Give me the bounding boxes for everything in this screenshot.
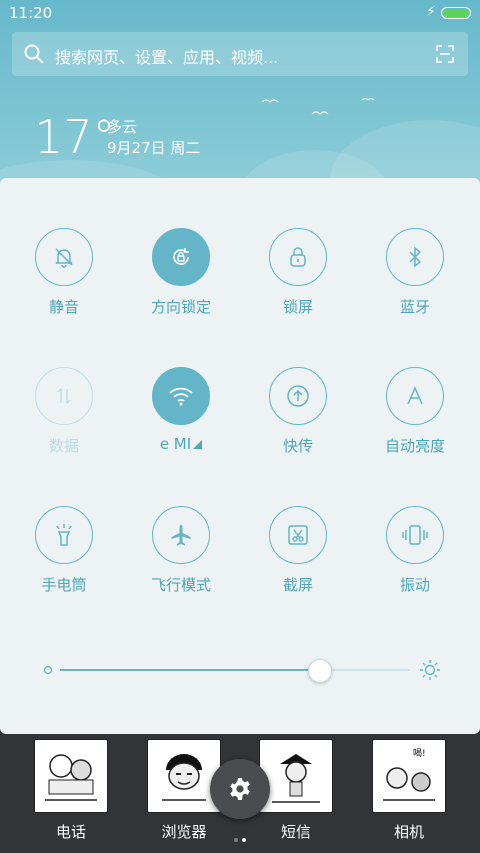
wifi-icon	[152, 367, 210, 425]
settings-button[interactable]	[210, 759, 270, 819]
toggle-quick-transfer[interactable]: 快传	[238, 367, 358, 477]
toggle-wifi[interactable]: e MI	[121, 367, 241, 477]
app-label: 短信	[280, 823, 311, 841]
vibrate-icon	[386, 506, 444, 564]
flashlight-icon	[35, 506, 93, 564]
bell-off-icon	[35, 228, 93, 286]
toggle-auto-brightness[interactable]: 自动亮度	[355, 367, 475, 477]
charging-icon: ⚡	[426, 4, 436, 20]
meme-sticker-icon	[34, 739, 108, 813]
page-indicator	[232, 827, 248, 846]
meme-sticker-icon: 喝!	[372, 739, 446, 813]
airplane-icon	[152, 506, 210, 564]
toggle-label: 静音	[48, 298, 79, 316]
toggle-label: 截屏	[282, 576, 313, 594]
brightness-knob[interactable]	[308, 659, 332, 683]
status-bar: 11:20 ⚡	[0, 0, 480, 26]
toggle-label: 振动	[399, 576, 430, 594]
brightness-slider[interactable]	[30, 656, 450, 684]
brightness-fill	[60, 669, 319, 671]
data-arrows-icon	[35, 367, 93, 425]
bluetooth-icon	[386, 228, 444, 286]
temperature: 17°	[34, 110, 116, 164]
toggle-label: 手电筒	[41, 576, 87, 594]
toggle-bluetooth[interactable]: 蓝牙	[355, 228, 475, 338]
toggle-label: e MI	[121, 435, 241, 453]
toggle-label: 自动亮度	[384, 437, 445, 455]
weather-condition: 多云	[107, 118, 138, 136]
scan-icon[interactable]	[436, 45, 454, 63]
quick-settings-panel: 静音 方向锁定 锁屏 蓝牙 数据 e MI 快传 自动亮度 手电筒 飞行模式 截…	[0, 178, 480, 734]
weather-header: 11:20 ⚡ 搜索网页、设置、应用、视频... 17° 多云 9月27日 周二	[0, 0, 480, 195]
meme-sticker-icon	[259, 739, 333, 813]
meme-sticker-icon	[147, 739, 221, 813]
toggle-mute[interactable]: 静音	[4, 228, 124, 338]
status-time: 11:20	[9, 4, 53, 22]
toggle-mobile-data[interactable]: 数据	[4, 367, 124, 477]
app-phone[interactable]: 电话	[11, 739, 131, 842]
lock-icon	[269, 228, 327, 286]
birds-decoration	[261, 97, 375, 115]
wifi-network-name: e MI	[159, 435, 192, 453]
toggle-rotation-lock[interactable]: 方向锁定	[121, 228, 241, 338]
rotation-lock-icon	[152, 228, 210, 286]
upload-icon	[269, 367, 327, 425]
toggle-label: 数据	[48, 437, 79, 455]
app-camera[interactable]: 喝! 相机	[349, 739, 469, 842]
page-dot	[234, 838, 238, 842]
gear-icon	[230, 778, 250, 800]
toggle-label: 方向锁定	[150, 298, 211, 316]
toggle-flashlight[interactable]: 手电筒	[4, 506, 124, 616]
weather-date: 9月27日 周二	[107, 139, 201, 157]
toggle-label: 锁屏	[282, 298, 313, 316]
screenshot-icon	[269, 506, 327, 564]
home-dock: 电话 浏览器 短信 喝! 相机	[0, 734, 480, 853]
search-placeholder: 搜索网页、设置、应用、视频...	[55, 48, 279, 67]
signal-triangle-icon	[193, 440, 203, 449]
app-label: 浏览器	[161, 823, 207, 841]
toggle-lock-screen[interactable]: 锁屏	[238, 228, 358, 338]
battery-icon	[441, 7, 471, 19]
app-label: 电话	[55, 823, 86, 841]
toggle-label: 快传	[282, 437, 313, 455]
auto-brightness-icon	[386, 367, 444, 425]
toggle-label: 飞行模式	[150, 576, 211, 594]
toggle-label: 蓝牙	[399, 298, 430, 316]
app-label: 相机	[393, 823, 424, 841]
toggle-vibrate[interactable]: 振动	[355, 506, 475, 616]
sticker-caption: 喝!	[413, 749, 426, 759]
search-bar[interactable]: 搜索网页、设置、应用、视频...	[12, 32, 468, 76]
toggle-screenshot[interactable]: 截屏	[238, 506, 358, 616]
brightness-low-icon	[43, 665, 53, 675]
brightness-track[interactable]	[60, 659, 410, 683]
search-icon	[24, 44, 44, 64]
brightness-high-icon	[420, 660, 440, 680]
page-dot-active	[242, 838, 246, 842]
toggle-airplane[interactable]: 飞行模式	[121, 506, 241, 616]
